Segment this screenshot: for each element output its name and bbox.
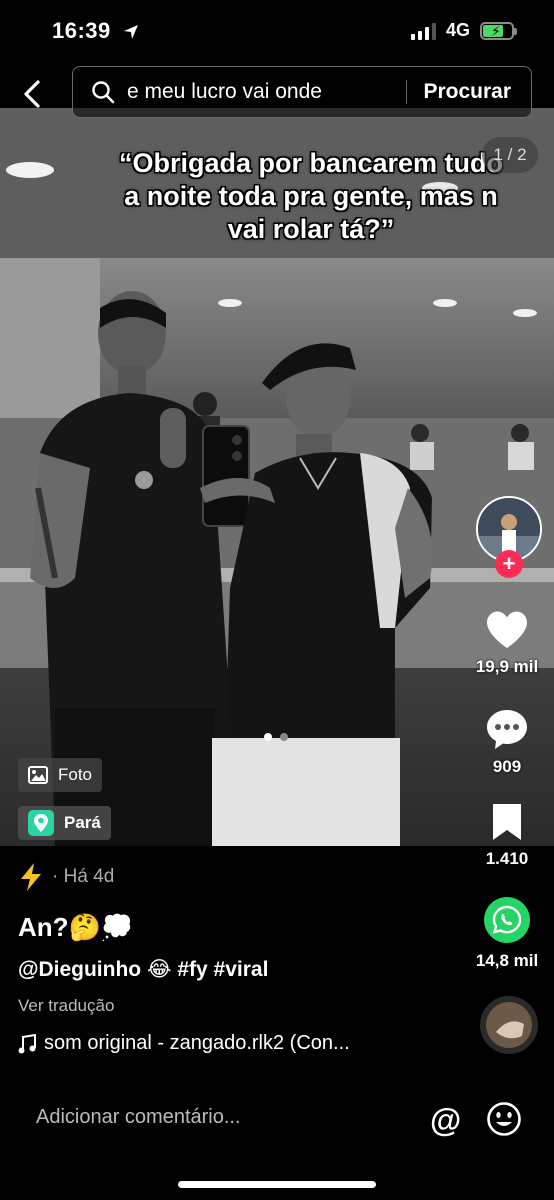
- post-description[interactable]: @Dieguinho 😂 #fy #viral: [18, 957, 438, 982]
- back-chevron-icon: [24, 80, 40, 108]
- post-info: · Há 4d An?🤔💭 @Dieguinho 😂 #fy #viral Ve…: [18, 860, 438, 1055]
- post-title: An?🤔💭: [18, 912, 134, 942]
- photo-caption: “Obrigada por bancarem tudo a noite toda…: [118, 148, 504, 244]
- translate-link[interactable]: Ver tradução: [18, 996, 438, 1016]
- share-count: 14,8 mil: [475, 951, 539, 970]
- network-label: 4G: [445, 20, 470, 40]
- save-button[interactable]: 1.410: [460, 802, 554, 869]
- photo-tag-label: Foto: [58, 765, 93, 784]
- carousel-dot: [280, 733, 288, 741]
- bookmark-icon: [493, 804, 521, 840]
- back-button[interactable]: [18, 78, 50, 110]
- search-box[interactable]: e meu lucro vai onde Procurar: [72, 66, 532, 118]
- creator-avatar-button[interactable]: +: [476, 496, 542, 578]
- search-header: e meu lucro vai onde Procurar: [0, 66, 554, 122]
- status-bar: 16:39 4G ⚡: [0, 0, 554, 66]
- music-disc-button[interactable]: [480, 996, 538, 1054]
- like-count: 19,9 mil: [475, 657, 539, 676]
- at-icon[interactable]: @: [430, 1102, 461, 1139]
- follow-plus-button[interactable]: +: [495, 550, 523, 578]
- status-time-text: 16:39: [52, 18, 111, 43]
- lightning-icon: [21, 863, 41, 891]
- posted-ago: · Há 4d: [52, 866, 115, 887]
- photo-tag[interactable]: Foto: [18, 758, 103, 792]
- carousel-dot-active: [264, 733, 272, 741]
- carousel-dots: [264, 733, 288, 741]
- share-whatsapp-button[interactable]: 14,8 mil: [460, 896, 554, 971]
- post-meta: · Há 4d: [18, 860, 438, 894]
- signal-icon: [410, 22, 436, 40]
- comment-button[interactable]: 909: [460, 708, 554, 777]
- page-counter: 1 / 2: [482, 137, 538, 173]
- location-tag[interactable]: Pará: [18, 806, 111, 840]
- status-indicators: 4G ⚡: [410, 20, 517, 41]
- location-pin-icon: [28, 810, 54, 836]
- comment-bubble-icon: [487, 710, 527, 749]
- save-count: 1.410: [485, 849, 529, 868]
- comment-count: 909: [492, 757, 522, 776]
- search-submit-button[interactable]: Procurar: [423, 80, 511, 104]
- music-link[interactable]: som original - zangado.rlk2 (Con...: [18, 1032, 438, 1055]
- whatsapp-icon: [484, 897, 530, 943]
- status-time: 16:39: [52, 18, 139, 44]
- music-note-icon: [18, 1033, 36, 1053]
- heart-icon: [487, 611, 527, 648]
- search-input[interactable]: e meu lucro vai onde: [127, 80, 406, 104]
- emoji-icon[interactable]: [486, 1101, 522, 1137]
- photo-icon: [28, 766, 48, 784]
- battery-icon: ⚡: [480, 21, 517, 40]
- comment-bar: Adicionar comentário... @: [0, 1086, 554, 1152]
- home-indicator[interactable]: [178, 1181, 376, 1188]
- music-label: som original - zangado.rlk2 (Con...: [44, 1032, 350, 1054]
- search-icon: [92, 81, 115, 104]
- location-arrow-icon: [124, 25, 139, 40]
- search-divider: [406, 80, 408, 104]
- location-tag-label: Pará: [64, 813, 101, 832]
- like-button[interactable]: 19,9 mil: [460, 610, 554, 677]
- comment-input[interactable]: Adicionar comentário...: [36, 1106, 241, 1129]
